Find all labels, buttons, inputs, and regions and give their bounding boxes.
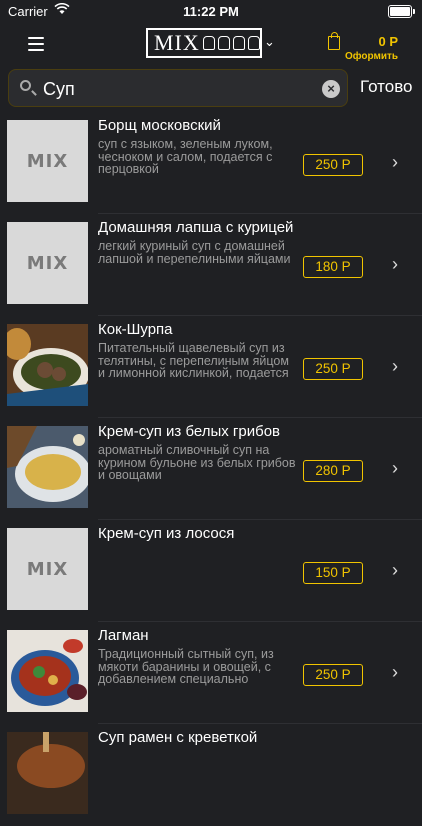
dish-photo (7, 630, 88, 712)
logo-text: MIX (154, 30, 200, 55)
list-item[interactable]: MIX Домашняя лапша с курицей легкий кури… (0, 214, 422, 316)
dish-title: Крем-суп из белых грибов (98, 423, 281, 440)
list-item[interactable]: Суп рамен с креветкой (0, 724, 422, 826)
search-bar: × (8, 69, 348, 107)
dish-title: Кок-Шурпа (98, 321, 173, 338)
dish-photo (7, 324, 88, 406)
done-button[interactable]: Готово (360, 77, 413, 97)
price-badge: 280 Р (303, 460, 363, 482)
list-item[interactable]: MIX Борщ московский суп с языком, зелены… (0, 112, 422, 214)
dish-description: Питательный щавелевый суп из телятины, с… (98, 342, 289, 380)
chevron-right-icon: › (392, 662, 398, 682)
dish-title: Борщ московский (98, 117, 221, 134)
brand-logo[interactable]: MIX (146, 28, 262, 58)
battery-icon (388, 5, 415, 18)
clear-search-icon[interactable]: × (322, 80, 340, 98)
status-bar: Carrier 11:22 PM (0, 0, 422, 22)
shopping-bag-icon (328, 32, 340, 50)
cart-button[interactable]: 0 Р Оформить (328, 32, 420, 62)
price-badge: 250 Р (303, 358, 363, 380)
chevron-right-icon: › (392, 458, 398, 478)
menu-icon[interactable] (28, 37, 44, 51)
price-badge: 250 Р (303, 664, 363, 686)
price-badge: 150 Р (303, 562, 363, 584)
logo-hands-icon (203, 36, 260, 50)
dish-photo (7, 426, 88, 508)
cart-total: 0 Р (378, 34, 398, 49)
search-input[interactable] (41, 76, 325, 102)
search-icon (20, 80, 31, 91)
dish-image-placeholder: MIX (7, 528, 88, 610)
dish-photo (7, 732, 88, 814)
chevron-right-icon: › (392, 254, 398, 274)
dish-description: Традиционный сытный суп, из мякоти баран… (98, 648, 274, 686)
list-item[interactable]: Кок-Шурпа Питательный щавелевый суп из т… (0, 316, 422, 418)
dish-description: суп с языком, зеленым луком, чесноком и … (98, 138, 273, 176)
chevron-right-icon: › (392, 152, 398, 172)
price-badge: 180 Р (303, 256, 363, 278)
dish-description: легкий куриный суп с домашней лапшой и п… (98, 240, 291, 265)
list-item[interactable]: Крем-суп из белых грибов ароматный сливо… (0, 418, 422, 520)
chevron-down-icon[interactable]: ⌄ (264, 34, 275, 50)
list-item[interactable]: MIX Крем-суп из лосося 150 Р › (0, 520, 422, 622)
list-item[interactable]: Лагман Традиционный сытный суп, из мякот… (0, 622, 422, 724)
dish-image-placeholder: MIX (7, 120, 88, 202)
dish-title: Крем-суп из лосося (98, 525, 235, 542)
dish-title: Домашняя лапша с курицей (98, 219, 294, 236)
checkout-label: Оформить (345, 51, 399, 62)
dish-description: ароматный сливочный суп на курином бульо… (98, 444, 296, 482)
clock: 11:22 PM (183, 4, 239, 19)
dish-title: Суп рамен с креветкой (98, 729, 258, 746)
nav-bar: MIX ⌄ 0 Р Оформить (0, 22, 422, 66)
dish-image-placeholder: MIX (7, 222, 88, 304)
chevron-right-icon: › (392, 560, 398, 580)
dish-title: Лагман (98, 627, 149, 644)
chevron-right-icon: › (392, 356, 398, 376)
price-badge: 250 Р (303, 154, 363, 176)
